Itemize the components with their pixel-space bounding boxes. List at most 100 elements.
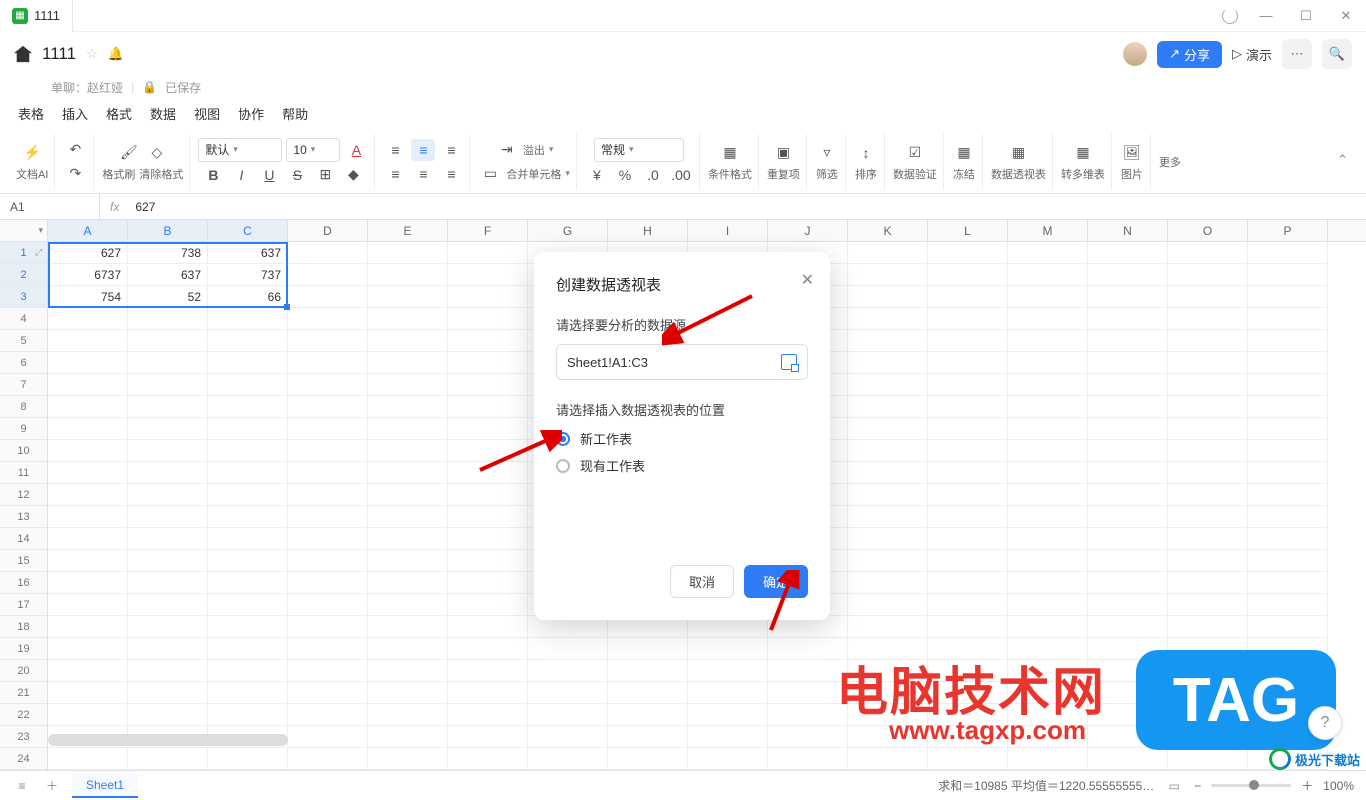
- cell[interactable]: [928, 440, 1008, 462]
- close-button[interactable]: ✕: [1326, 0, 1366, 32]
- cell[interactable]: [1248, 396, 1328, 418]
- cell[interactable]: [128, 550, 208, 572]
- cell[interactable]: 737: [208, 264, 288, 286]
- cell[interactable]: [48, 616, 128, 638]
- source-range-input[interactable]: Sheet1!A1:C3: [556, 344, 808, 380]
- more-button[interactable]: ⋯: [1282, 39, 1312, 69]
- cell[interactable]: [1008, 418, 1088, 440]
- dialog-close-icon[interactable]: ✕: [801, 270, 814, 290]
- percent-icon[interactable]: %: [613, 164, 637, 186]
- cell[interactable]: [1088, 286, 1168, 308]
- filter-icon[interactable]: ▿: [815, 142, 839, 164]
- cell[interactable]: [1088, 374, 1168, 396]
- cell[interactable]: [1088, 616, 1168, 638]
- zoom-out-icon[interactable]: −: [1194, 779, 1201, 793]
- help-button[interactable]: ?: [1308, 706, 1342, 740]
- cell[interactable]: [128, 616, 208, 638]
- row-header[interactable]: 21: [0, 682, 47, 704]
- cell[interactable]: [528, 704, 608, 726]
- number-format-combo[interactable]: 常规▾: [594, 138, 684, 162]
- cell[interactable]: [608, 748, 688, 770]
- cell[interactable]: [128, 682, 208, 704]
- row-header[interactable]: 7: [0, 374, 47, 396]
- cell[interactable]: [288, 726, 368, 748]
- col-header-M[interactable]: M: [1008, 220, 1088, 241]
- cell[interactable]: [288, 638, 368, 660]
- row-header[interactable]: 2: [0, 264, 47, 286]
- cell[interactable]: [688, 638, 768, 660]
- row-header[interactable]: 19: [0, 638, 47, 660]
- cell[interactable]: [288, 462, 368, 484]
- cell[interactable]: [448, 330, 528, 352]
- cell[interactable]: [1168, 264, 1248, 286]
- font-name-combo[interactable]: 默认▾: [198, 138, 282, 162]
- cell[interactable]: [208, 616, 288, 638]
- cell[interactable]: [288, 286, 368, 308]
- cell[interactable]: [448, 308, 528, 330]
- cell[interactable]: [288, 440, 368, 462]
- cell[interactable]: [1248, 308, 1328, 330]
- cell[interactable]: [688, 682, 768, 704]
- cell[interactable]: [1088, 242, 1168, 264]
- maximize-button[interactable]: ☐: [1286, 0, 1326, 32]
- col-header-B[interactable]: B: [128, 220, 208, 241]
- col-header-N[interactable]: N: [1088, 220, 1168, 241]
- radio-new-sheet[interactable]: 新工作表: [556, 429, 808, 448]
- cell[interactable]: [128, 462, 208, 484]
- cell[interactable]: [48, 748, 128, 770]
- cell[interactable]: [208, 506, 288, 528]
- cell[interactable]: [288, 330, 368, 352]
- menu-table[interactable]: 表格: [18, 104, 44, 123]
- cell[interactable]: [848, 308, 928, 330]
- col-header-H[interactable]: H: [608, 220, 688, 241]
- italic-icon[interactable]: I: [229, 164, 253, 186]
- cell[interactable]: [1248, 594, 1328, 616]
- row-header[interactable]: 4: [0, 308, 47, 330]
- row-header[interactable]: 5: [0, 330, 47, 352]
- cell[interactable]: [128, 440, 208, 462]
- cell[interactable]: [528, 726, 608, 748]
- row-header[interactable]: 24: [0, 748, 47, 770]
- cell[interactable]: [208, 572, 288, 594]
- cell[interactable]: [1088, 396, 1168, 418]
- zoom-in-icon[interactable]: ＋: [1301, 777, 1313, 794]
- cell[interactable]: [208, 748, 288, 770]
- valid-icon[interactable]: ☑: [903, 142, 927, 164]
- cell[interactable]: [448, 726, 528, 748]
- cell[interactable]: [288, 594, 368, 616]
- cell[interactable]: [1168, 572, 1248, 594]
- strike-icon[interactable]: S: [285, 164, 309, 186]
- cell[interactable]: [848, 748, 928, 770]
- cell[interactable]: [128, 484, 208, 506]
- cell[interactable]: [288, 308, 368, 330]
- horizontal-scrollbar[interactable]: [48, 734, 288, 746]
- cell[interactable]: [208, 484, 288, 506]
- cell[interactable]: 637: [128, 264, 208, 286]
- cell[interactable]: [288, 682, 368, 704]
- cell[interactable]: [1008, 506, 1088, 528]
- cell[interactable]: [128, 308, 208, 330]
- cell[interactable]: [608, 726, 688, 748]
- cell[interactable]: [608, 660, 688, 682]
- cell[interactable]: [1168, 462, 1248, 484]
- cell[interactable]: [48, 704, 128, 726]
- row-header[interactable]: 15: [0, 550, 47, 572]
- row-header[interactable]: 17: [0, 594, 47, 616]
- cell[interactable]: [448, 572, 528, 594]
- cell[interactable]: [1168, 616, 1248, 638]
- col-header-O[interactable]: O: [1168, 220, 1248, 241]
- cell[interactable]: [848, 286, 928, 308]
- cell[interactable]: [848, 462, 928, 484]
- cell[interactable]: [1008, 616, 1088, 638]
- cell[interactable]: [368, 440, 448, 462]
- cell[interactable]: [928, 484, 1008, 506]
- cell[interactable]: [928, 374, 1008, 396]
- cell[interactable]: [448, 616, 528, 638]
- cell[interactable]: [48, 638, 128, 660]
- brush-icon[interactable]: 🖌: [117, 142, 141, 164]
- cell[interactable]: [1088, 264, 1168, 286]
- col-header-L[interactable]: L: [928, 220, 1008, 241]
- overflow-icon[interactable]: ⇥: [495, 139, 519, 161]
- cell[interactable]: [288, 528, 368, 550]
- cell[interactable]: [1168, 374, 1248, 396]
